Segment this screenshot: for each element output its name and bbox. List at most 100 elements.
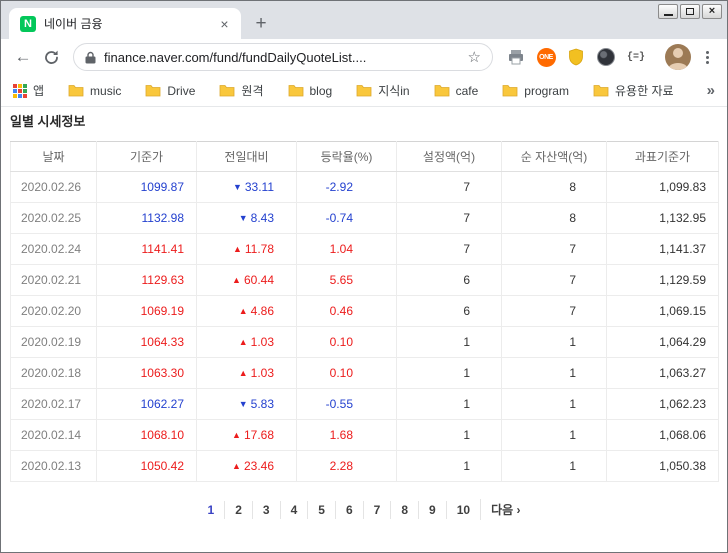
section-title: 일별 시세정보	[10, 111, 718, 130]
next-page-link[interactable]: 다음 ›	[480, 499, 530, 520]
bookmarks-overflow-icon[interactable]: »	[707, 82, 715, 99]
close-button[interactable]: ×	[702, 4, 722, 19]
one-extension-icon[interactable]: ONE	[533, 44, 559, 70]
naver-favicon-icon: N	[20, 16, 36, 32]
profile-avatar[interactable]	[665, 44, 691, 70]
folder-icon	[502, 84, 518, 97]
rate-cell: 1.68	[297, 420, 397, 451]
close-icon: ×	[709, 6, 715, 17]
set-amount-cell: 6	[397, 296, 502, 327]
column-header: 순 자산액(억)	[502, 142, 607, 172]
set-amount-cell: 1	[397, 420, 502, 451]
page-link-4[interactable]: 4	[280, 501, 308, 519]
folder-icon	[356, 84, 372, 97]
browser-tab[interactable]: N 네이버 금융 ×	[9, 8, 241, 39]
price-cell: 1064.33	[97, 327, 197, 358]
bookmark-folder[interactable]: Drive	[145, 84, 195, 98]
page-link-3[interactable]: 3	[252, 501, 280, 519]
date-cell: 2020.02.20	[11, 296, 97, 327]
folder-icon	[145, 84, 161, 97]
tax-base-price-cell: 1,129.59	[607, 265, 719, 296]
change-cell: ▲11.78	[197, 234, 297, 265]
tab-close-icon[interactable]: ×	[216, 15, 233, 32]
brace-extension-icon[interactable]: {=}	[623, 44, 649, 70]
column-header: 과표기준가	[607, 142, 719, 172]
back-button[interactable]: ←	[9, 43, 37, 71]
refresh-button[interactable]	[37, 43, 65, 71]
daily-quote-table: 날짜기준가전일대비등락율(%)설정액(억)순 자산액(억)과표기준가 2020.…	[10, 141, 719, 482]
net-asset-cell: 7	[502, 265, 607, 296]
shield-extension-icon[interactable]	[563, 44, 589, 70]
price-cell: 1069.19	[97, 296, 197, 327]
bookmark-folder[interactable]: program	[502, 84, 569, 98]
tax-base-price-cell: 1,063.27	[607, 358, 719, 389]
tax-base-price-cell: 1,050.38	[607, 451, 719, 482]
rate-cell: 0.10	[297, 358, 397, 389]
price-cell: 1132.98	[97, 203, 197, 234]
net-asset-cell: 7	[502, 296, 607, 327]
rate-cell: 2.28	[297, 451, 397, 482]
window-controls: ×	[658, 4, 722, 19]
browser-menu-button[interactable]	[695, 44, 719, 70]
page-link-9[interactable]: 9	[418, 501, 446, 519]
bookmark-folder[interactable]: 유용한 자료	[593, 82, 674, 99]
net-asset-cell: 7	[502, 234, 607, 265]
minimize-button[interactable]	[658, 4, 678, 19]
tax-base-price-cell: 1,099.83	[607, 172, 719, 203]
tax-base-price-cell: 1,141.37	[607, 234, 719, 265]
column-header: 기준가	[97, 142, 197, 172]
printer-extension-icon[interactable]	[503, 44, 529, 70]
new-tab-button[interactable]: +	[247, 10, 275, 38]
down-arrow-icon: ▼	[239, 399, 248, 409]
rate-cell: -2.92	[297, 172, 397, 203]
bookmark-label: blog	[310, 84, 333, 98]
maximize-button[interactable]	[680, 4, 700, 19]
page-link-8[interactable]: 8	[390, 501, 418, 519]
page-link-7[interactable]: 7	[363, 501, 391, 519]
page-link-2[interactable]: 2	[224, 501, 252, 519]
up-arrow-icon: ▲	[232, 430, 241, 440]
table-row: 2020.02.141068.10▲17.681.68111,068.06	[11, 420, 719, 451]
bookmark-folder[interactable]: blog	[288, 84, 333, 98]
date-cell: 2020.02.18	[11, 358, 97, 389]
date-cell: 2020.02.14	[11, 420, 97, 451]
up-arrow-icon: ▲	[239, 306, 248, 316]
tax-base-price-cell: 1,069.15	[607, 296, 719, 327]
browser-window: N 네이버 금융 × + × ← finance.naver.	[0, 0, 728, 553]
set-amount-cell: 6	[397, 265, 502, 296]
change-cell: ▲23.46	[197, 451, 297, 482]
set-amount-cell: 7	[397, 203, 502, 234]
bookmark-apps[interactable]: 앱	[13, 82, 44, 99]
bookmark-folder[interactable]: 지식in	[356, 82, 409, 99]
date-cell: 2020.02.21	[11, 265, 97, 296]
circle-icon	[597, 48, 615, 66]
address-bar[interactable]: finance.naver.com/fund/fundDailyQuoteLis…	[73, 43, 493, 71]
bookmarks-bar: 앱 music Drive 원격 blog 지식in cafe	[1, 75, 727, 107]
dark-circle-extension-icon[interactable]	[593, 44, 619, 70]
price-cell: 1099.87	[97, 172, 197, 203]
lock-icon	[85, 51, 96, 64]
table-row: 2020.02.131050.42▲23.462.28111,050.38	[11, 451, 719, 482]
tab-title: 네이버 금융	[44, 15, 216, 32]
bookmark-folder[interactable]: cafe	[434, 84, 479, 98]
page-link-10[interactable]: 10	[446, 501, 480, 519]
column-header: 설정액(억)	[397, 142, 502, 172]
bookmark-folder[interactable]: 원격	[219, 82, 263, 99]
url-text[interactable]: finance.naver.com/fund/fundDailyQuoteLis…	[104, 50, 460, 65]
up-arrow-icon: ▲	[233, 244, 242, 254]
net-asset-cell: 1	[502, 451, 607, 482]
page-link-5[interactable]: 5	[307, 501, 335, 519]
bookmark-star-icon[interactable]: ☆	[468, 48, 481, 66]
page-link-6[interactable]: 6	[335, 501, 363, 519]
table-row: 2020.02.241141.41▲11.781.04771,141.37	[11, 234, 719, 265]
table-row: 2020.02.191064.33▲1.030.10111,064.29	[11, 327, 719, 358]
bookmark-folder[interactable]: music	[68, 84, 121, 98]
quote-table-body: 2020.02.261099.87▼33.11-2.92781,099.8320…	[11, 172, 719, 482]
pagination: 12345678910다음 ›	[10, 499, 718, 520]
page-link-1[interactable]: 1	[198, 501, 225, 519]
table-row: 2020.02.171062.27▼5.83-0.55111,062.23	[11, 389, 719, 420]
avatar-body	[668, 63, 688, 70]
up-arrow-icon: ▲	[239, 368, 248, 378]
one-badge: ONE	[537, 48, 556, 67]
minimize-icon	[664, 14, 673, 16]
